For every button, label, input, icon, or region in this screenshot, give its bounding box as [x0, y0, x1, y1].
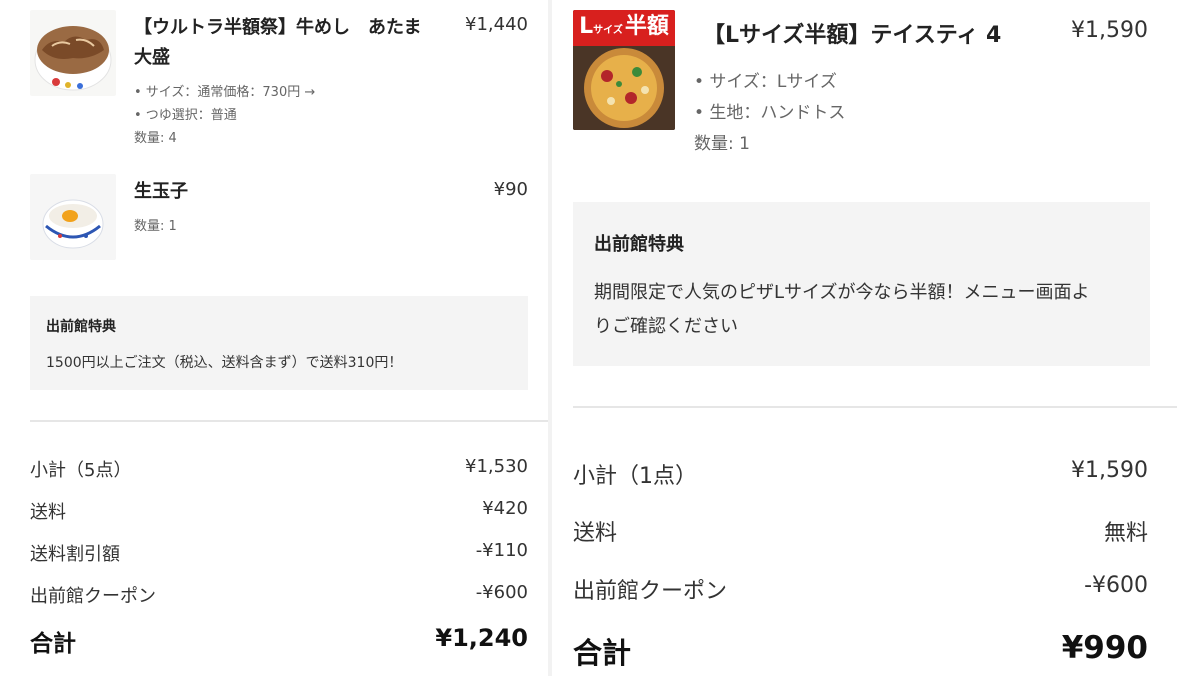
order-summary-left: 【ウルトラ半額祭】牛めし あたま 大盛 ¥1,440 • サイズ：通常価格：73… [0, 0, 548, 676]
total-label: 合計 [573, 636, 632, 670]
subtotal-label: 小計（5点） [30, 460, 132, 481]
promo-note-body: 1500円以上ご注文（税込、送料含まず）で送料310円！ [46, 355, 403, 371]
item-option: • サイズ：通常価格：730円 → [134, 85, 316, 100]
total-value: ¥1,240 [435, 624, 528, 652]
item-quantity: 数量: 1 [694, 134, 750, 154]
promo-note-line1: 期間限定で人気のピザLサイズが今なら半額！メニュー画面よ [594, 282, 1090, 303]
subtotal-label: 小計（1点） [573, 464, 697, 489]
item-name[interactable]: 生玉子 [134, 177, 188, 203]
promo-note-body: 期間限定で人気のピザLサイズが今なら半額！メニュー画面よ りご確認ください [594, 276, 1142, 344]
item-option: • 生地：ハンドトス [694, 103, 846, 123]
badge-size-letter: L [579, 14, 594, 39]
item-name[interactable]: 【ウルトラ半額祭】牛めし あたま 大盛 [134, 13, 421, 73]
pizza-icon [573, 46, 675, 130]
item-name-line1: 【ウルトラ半額祭】牛めし あたま [134, 17, 422, 38]
item-price: ¥90 [493, 179, 528, 200]
order-summary-right: L サイズ 半額 【Lサイズ半額】テイスティ 4 ¥1,590 • サイズ：Lサ… [552, 0, 1200, 676]
item-price: ¥1,590 [1071, 18, 1148, 43]
promo-note-title: 出前館特典 [594, 234, 684, 255]
promo-note-title: 出前館特典 [46, 319, 116, 335]
raw-egg-image [30, 174, 116, 260]
delivery-fee-value: ¥420 [482, 498, 528, 519]
total-value: ¥990 [1061, 630, 1148, 666]
item-name[interactable]: 【Lサイズ半額】テイスティ 4 [703, 17, 1001, 49]
bowl-icon [34, 26, 112, 91]
item-quantity: 数量: 4 [134, 131, 177, 146]
promo-note-line2: りご確認ください [594, 316, 738, 337]
badge-size-word: サイズ [593, 25, 623, 36]
coupon-label: 出前館クーポン [573, 579, 728, 604]
promo-note: 出前館特典 1500円以上ご注文（税込、送料含まず）で送料310円！ [30, 296, 528, 390]
item-price: ¥1,440 [465, 14, 528, 35]
subtotal-value: ¥1,590 [1071, 458, 1148, 483]
badge-half: 半額 [624, 14, 669, 39]
section-divider [573, 406, 1177, 408]
delivery-discount-label: 送料割引額 [30, 544, 120, 565]
delivery-fee-value: 無料 [1103, 521, 1148, 546]
total-label: 合計 [30, 631, 76, 657]
coupon-value: -¥600 [475, 582, 528, 603]
subtotal-value: ¥1,530 [465, 456, 528, 477]
coupon-value: -¥600 [1084, 573, 1148, 598]
item-quantity: 数量: 1 [134, 219, 177, 234]
section-divider [30, 420, 548, 422]
egg-bowl-icon [42, 199, 104, 249]
coupon-label: 出前館クーポン [30, 586, 156, 607]
item-option: • つゆ選択：普通 [134, 108, 237, 123]
item-name-line2: 大盛 [134, 47, 170, 68]
pizza-image: L サイズ 半額 [573, 10, 675, 130]
promo-note: 出前館特典 期間限定で人気のピザLサイズが今なら半額！メニュー画面よ りご確認く… [573, 202, 1150, 366]
gyumeshi-image [30, 10, 116, 96]
delivery-fee-label: 送料 [573, 521, 618, 546]
delivery-discount-value: -¥110 [475, 540, 528, 561]
delivery-fee-label: 送料 [30, 502, 66, 523]
half-price-badge: L サイズ 半額 [573, 10, 675, 46]
item-option: • サイズ：Lサイズ [694, 72, 837, 92]
